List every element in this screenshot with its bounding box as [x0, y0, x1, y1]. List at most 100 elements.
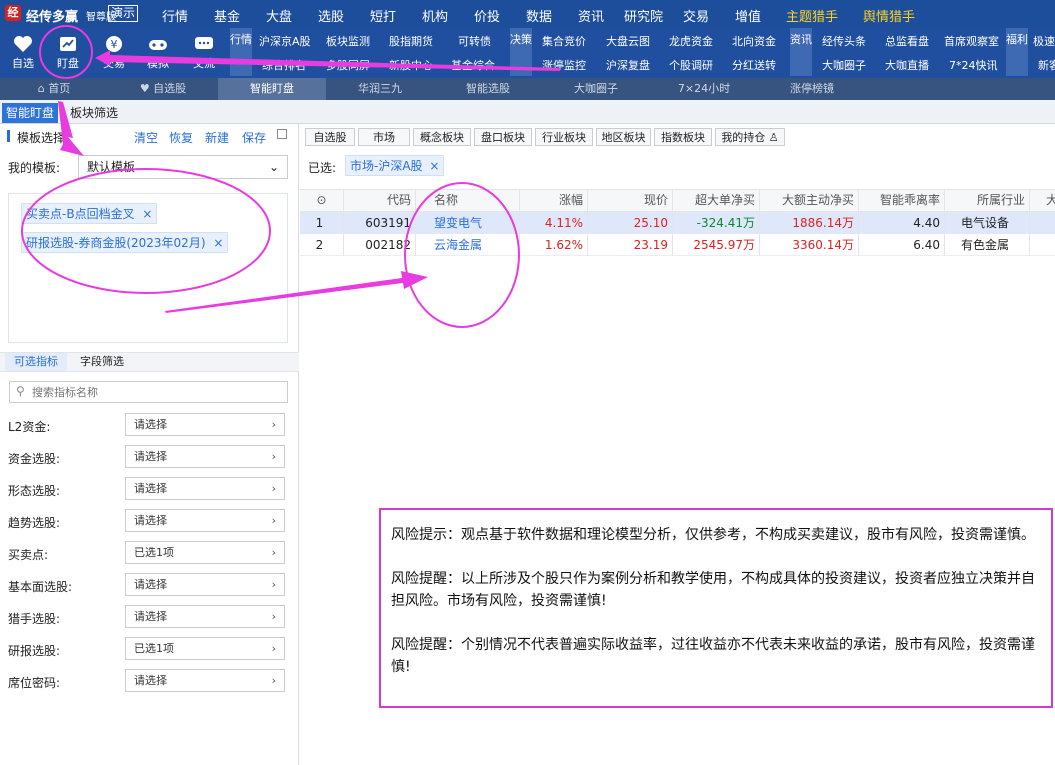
filter-holdings[interactable]: 我的持仓 ♙ — [715, 128, 785, 146]
field-label: 买卖点: — [8, 548, 49, 562]
clear-button[interactable]: 清空 — [134, 129, 158, 146]
menu-jijin[interactable]: 基金 — [214, 6, 240, 25]
link-hushenjing-a[interactable]: 沪深京A股 — [259, 33, 311, 49]
menu-jiatou[interactable]: 价投 — [474, 6, 500, 25]
tab-home[interactable]: ⌂ 首页 — [0, 78, 108, 100]
link-zonghe-paiming[interactable]: 综合排名 — [262, 57, 306, 73]
filter-concept[interactable]: 概念板块 — [413, 128, 471, 146]
monitor-button[interactable]: 盯盘 — [48, 28, 88, 76]
col-code[interactable]: 代码 — [344, 190, 416, 211]
field-select[interactable]: 请选择 › — [125, 573, 285, 596]
menu-jigou[interactable]: 机构 — [422, 6, 448, 25]
simulate-button[interactable]: 模拟 — [140, 28, 176, 76]
link-kuaixun[interactable]: 7*24快讯 — [949, 57, 998, 73]
col-industry[interactable]: 所属行业 — [945, 190, 1030, 211]
menu-hangqing[interactable]: 行情 — [162, 6, 188, 25]
link-jihe-jingjia[interactable]: 集合竞价 — [542, 33, 586, 49]
settings-icon[interactable]: ⊙ — [300, 190, 344, 211]
search-input[interactable] — [32, 384, 282, 400]
field-select[interactable]: 请选择 › — [125, 413, 285, 436]
menu-shuju[interactable]: 数据 — [526, 6, 552, 25]
subtab-smart-monitor[interactable]: 智能盯盘 — [2, 103, 59, 123]
template-select[interactable]: 默认模板 ⌄ — [78, 155, 288, 179]
demo-badge[interactable]: 演示 — [108, 5, 139, 22]
close-icon[interactable]: × — [213, 236, 223, 250]
menu-zhuti-lieshou[interactable]: 主题猎手 — [786, 6, 838, 25]
field-select[interactable]: 请选择 › — [125, 669, 285, 692]
restore-button[interactable]: 恢复 — [169, 129, 193, 146]
menu-zengzhi[interactable]: 增值 — [735, 6, 761, 25]
link-jijin-zonghe[interactable]: 基金综合 — [451, 57, 495, 73]
tab-huarun-sanjiu[interactable]: 华润三九 — [326, 78, 434, 100]
field-select[interactable]: 请选择 › — [125, 445, 285, 468]
col-name[interactable]: 名称 — [416, 190, 520, 211]
menu-jiaoyi[interactable]: 交易 — [683, 6, 709, 25]
field-select[interactable]: 请选择 › — [125, 477, 285, 500]
close-icon[interactable]: × — [142, 207, 152, 221]
tab-smart-picker[interactable]: 智能选股 — [434, 78, 542, 100]
tab-smart-monitor[interactable]: 智能盯盘 — [218, 78, 326, 100]
chat-button[interactable]: 交流 — [186, 28, 222, 76]
filter-market[interactable]: 市场 — [358, 128, 410, 146]
col-super-net-buy[interactable]: 超大单净买 — [673, 190, 760, 211]
link-kezhuanzhai[interactable]: 可转债 — [458, 33, 491, 49]
tab-available-indicators[interactable]: 可选指标 — [5, 353, 67, 371]
menu-duanda[interactable]: 短打 — [370, 6, 396, 25]
field-select[interactable]: 请选择 › — [125, 605, 285, 628]
menu-yanjiuyuan[interactable]: 研究院 — [624, 6, 663, 25]
expand-icon[interactable] — [277, 129, 287, 139]
field-select[interactable]: 请选择 › — [125, 509, 285, 532]
link-daka-quanzi[interactable]: 大咖圈子 — [822, 57, 866, 73]
link-xinke[interactable]: 新客 — [1038, 57, 1055, 73]
menu-dapan[interactable]: 大盘 — [266, 6, 292, 25]
col-big-active-buy[interactable]: 大额主动净买 — [760, 190, 859, 211]
link-beixiang-zijin[interactable]: 北向资金 — [732, 33, 776, 49]
trade-button[interactable]: ¥ 交易 — [96, 28, 132, 76]
link-daka-zhibo[interactable]: 大咖直播 — [885, 57, 929, 73]
trade-label: 交易 — [103, 57, 125, 70]
link-fenhong-songzhuan[interactable]: 分红送转 — [732, 57, 776, 73]
link-shouxi-guanchashi[interactable]: 首席观察室 — [944, 33, 999, 49]
menu-xuangu[interactable]: 选股 — [318, 6, 344, 25]
row-name[interactable]: 云海金属 — [416, 234, 520, 256]
link-duogu-tongping[interactable]: 多股同屏 — [326, 57, 370, 73]
link-jingchuan-toutiao[interactable]: 经传头条 — [822, 33, 866, 49]
link-xingu-zhongxin[interactable]: 新股中心 — [389, 57, 433, 73]
new-button[interactable]: 新建 — [205, 129, 229, 146]
subtab-sector-filter[interactable]: 板块筛选 — [66, 103, 122, 123]
favorites-button[interactable]: 自选 — [4, 28, 42, 76]
filter-order-book[interactable]: 盘口板块 — [474, 128, 532, 146]
menu-zixun[interactable]: 资讯 — [578, 6, 604, 25]
link-gegu-diaoyan[interactable]: 个股调研 — [669, 57, 713, 73]
col-change[interactable]: 涨幅 — [520, 190, 588, 211]
col-smart-bias[interactable]: 智能乖离率 — [859, 190, 945, 211]
link-jisu[interactable]: 极速 — [1033, 33, 1055, 49]
field-select[interactable]: 已选1项 › — [125, 637, 285, 660]
link-guzhi-qihuo[interactable]: 股指期货 — [389, 33, 433, 49]
filter-index[interactable]: 指数板块 — [654, 128, 712, 146]
close-icon[interactable]: × — [429, 159, 439, 173]
my-template-label: 我的模板: — [8, 161, 61, 175]
link-hushen-fupan[interactable]: 沪深复盘 — [606, 57, 650, 73]
indicator-search[interactable]: ⚲ — [9, 381, 288, 403]
link-zhangting-jiankong[interactable]: 涨停监控 — [542, 57, 586, 73]
filter-favorites[interactable]: 自选股 — [305, 128, 355, 146]
link-bankuai-jiance[interactable]: 板块监测 — [326, 33, 370, 49]
col-more[interactable]: 大 — [1030, 190, 1055, 211]
tab-field-filter[interactable]: 字段筛选 — [71, 353, 133, 371]
tab-7x24[interactable]: 7×24小时 — [650, 78, 758, 100]
tab-daka-quanzi[interactable]: 大咖圈子 — [542, 78, 650, 100]
filter-industry[interactable]: 行业板块 — [535, 128, 593, 146]
link-longhu-zijin[interactable]: 龙虎资金 — [669, 33, 713, 49]
link-dapan-yuntu[interactable]: 大盘云图 — [606, 33, 650, 49]
tab-watchlist[interactable]: ♥ 自选股 — [108, 78, 218, 100]
app-logo: 经 — [5, 5, 21, 21]
field-select[interactable]: 已选1项 › — [125, 541, 285, 564]
row-name[interactable]: 望变电气 — [416, 212, 520, 234]
tab-zhangting-bang[interactable]: 涨停榜镜 — [758, 78, 866, 100]
link-zongjian-kanpan[interactable]: 总监看盘 — [885, 33, 929, 49]
menu-yuqing-lieshou[interactable]: 舆情猎手 — [863, 6, 915, 25]
save-button[interactable]: 保存 — [242, 129, 266, 146]
filter-region[interactable]: 地区板块 — [596, 128, 651, 146]
col-price[interactable]: 现价 — [588, 190, 673, 211]
